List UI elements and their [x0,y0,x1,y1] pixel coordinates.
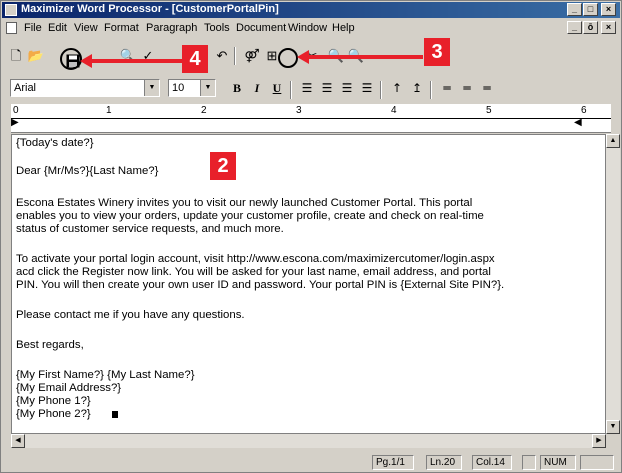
left-indent-marker-icon[interactable]: ▶ [11,117,19,128]
font-size-select[interactable]: 10 ▼ [168,79,216,97]
undo-icon[interactable]: ↶ [212,47,232,65]
status-page: Pg.1/1 [372,455,414,470]
status-num-lock: NUM [540,455,576,470]
align-right-icon[interactable]: ☰ [338,80,356,96]
menu-paragraph[interactable]: Paragraph [146,22,197,34]
doc-line: {My Email Address?} [16,382,122,394]
doc-line: {Today's date?} [16,137,94,149]
doc-line: PIN. You will then create your own user … [16,279,505,291]
status-line: Ln.20 [426,455,462,470]
menu-edit[interactable]: Edit [48,22,67,34]
menu-view[interactable]: View [74,22,98,34]
doc-line: acd click the Register now link. You wil… [16,266,491,278]
menu-document[interactable]: Document [236,22,286,34]
bold-button[interactable]: B [228,80,246,96]
callout-badge-3: 3 [424,38,450,66]
ruler-mark: 1 [106,105,112,116]
align-left-icon[interactable]: ☰ [298,80,316,96]
close-button[interactable]: × [601,3,616,16]
vertical-scrollbar[interactable]: ▲ ▼ [606,134,620,434]
align-center-icon[interactable]: ☰ [318,80,336,96]
text-cursor [112,411,118,418]
ruler-mark: 0 [13,105,19,116]
scroll-right-icon[interactable]: ▶ [592,434,606,448]
toolbar-separator [430,81,432,99]
doc-line: Escona Estates Winery invites you to vis… [16,197,473,209]
doc-line: {My Phone 2?} [16,408,91,420]
document-editor[interactable]: {Today's date?} Dear {Mr/Ms?}{Last Name?… [11,134,606,434]
right-indent-marker-icon[interactable]: ◀ [574,117,582,128]
doc-line: status of customer service requests, and… [16,223,284,235]
status-column: Col.14 [472,455,512,470]
new-document-icon[interactable]: 🗋 [6,47,26,65]
status-blank [580,455,614,470]
ruler-mark: 5 [486,105,492,116]
open-folder-icon[interactable]: 📂 [26,47,46,65]
horizontal-scrollbar[interactable]: ◀ ▶ [11,434,606,448]
line-spacing-icon[interactable]: ═ [458,80,476,96]
doc-line: Best regards, [16,339,84,351]
ruler-mark: 3 [296,105,302,116]
callout-circle-save [60,48,82,70]
status-bar: Pg.1/1 Ln.20 Col.14 NUM [2,453,620,471]
menu-bar: File Edit View Format Paragraph Tools Do… [2,19,620,37]
justify-icon[interactable]: ☰ [358,80,376,96]
maximize-button[interactable]: □ [583,3,598,16]
scroll-left-icon[interactable]: ◀ [11,434,25,448]
menu-help[interactable]: Help [332,22,355,34]
ruler[interactable]: 0 1 2 3 4 5 6 ▶ ◀ [11,104,611,133]
status-indicator [522,455,536,470]
window-title: Maximizer Word Processor - [CustomerPort… [21,3,279,15]
callout-arrow-3 [297,50,423,64]
menu-format[interactable]: Format [104,22,139,34]
font-value: Arial [14,82,37,94]
font-size-value: 10 [172,82,185,94]
app-icon[interactable] [5,4,17,16]
minimize-button[interactable]: _ [567,3,582,16]
scroll-up-icon[interactable]: ▲ [606,134,620,148]
chevron-down-icon[interactable]: ▼ [144,80,159,96]
doc-line: Please contact me if you have any questi… [16,309,245,321]
italic-button[interactable]: I [248,80,266,96]
doc-minimize-button[interactable]: _ [567,21,582,34]
font-select[interactable]: Arial ▼ [10,79,160,97]
toolbar-separator [380,81,382,99]
menu-window[interactable]: Window [288,22,327,34]
title-bar[interactable]: Maximizer Word Processor - [CustomerPort… [2,2,620,18]
indent-increase-icon[interactable]: ↑ [388,80,406,96]
menu-file[interactable]: File [24,22,42,34]
callout-arrow-4 [80,54,186,68]
doc-line: enables you to view your orders, update … [16,210,484,222]
ruler-mark: 4 [391,105,397,116]
doc-close-button[interactable]: × [601,21,616,34]
doc-line: {My Phone 1?} [16,395,91,407]
indent-decrease-icon[interactable]: ↥ [408,80,426,96]
find-replace-icon[interactable]: ⚤ [242,47,262,65]
callout-badge-4: 4 [182,45,208,73]
callout-badge-2: 2 [210,152,236,180]
format-toolbar: Arial ▼ 10 ▼ B I U ☰ ☰ ☰ ☰ ↑ ↥ ═ ═ ═ [2,75,620,101]
menu-tools[interactable]: Tools [204,22,230,34]
underline-button[interactable]: U [268,80,286,96]
ruler-mark: 2 [201,105,207,116]
doc-line: {My First Name?} {My Last Name?} [16,369,195,381]
toolbar-separator [290,81,292,99]
ruler-mark: 6 [581,105,587,116]
doc-restore-button[interactable]: ō [583,21,598,34]
doc-line: Dear {Mr/Ms?}{Last Name?} [16,165,159,177]
ruler-baseline [11,118,611,119]
chevron-down-icon[interactable]: ▼ [200,80,215,96]
callout-circle-field [278,48,298,68]
scroll-down-icon[interactable]: ▼ [606,420,620,434]
toolbar-separator [234,47,236,65]
doc-line: To activate your portal login account, v… [16,253,495,265]
document-icon[interactable] [6,22,17,34]
double-spacing-icon[interactable]: ═ [478,80,496,96]
single-spacing-icon[interactable]: ═ [438,80,456,96]
